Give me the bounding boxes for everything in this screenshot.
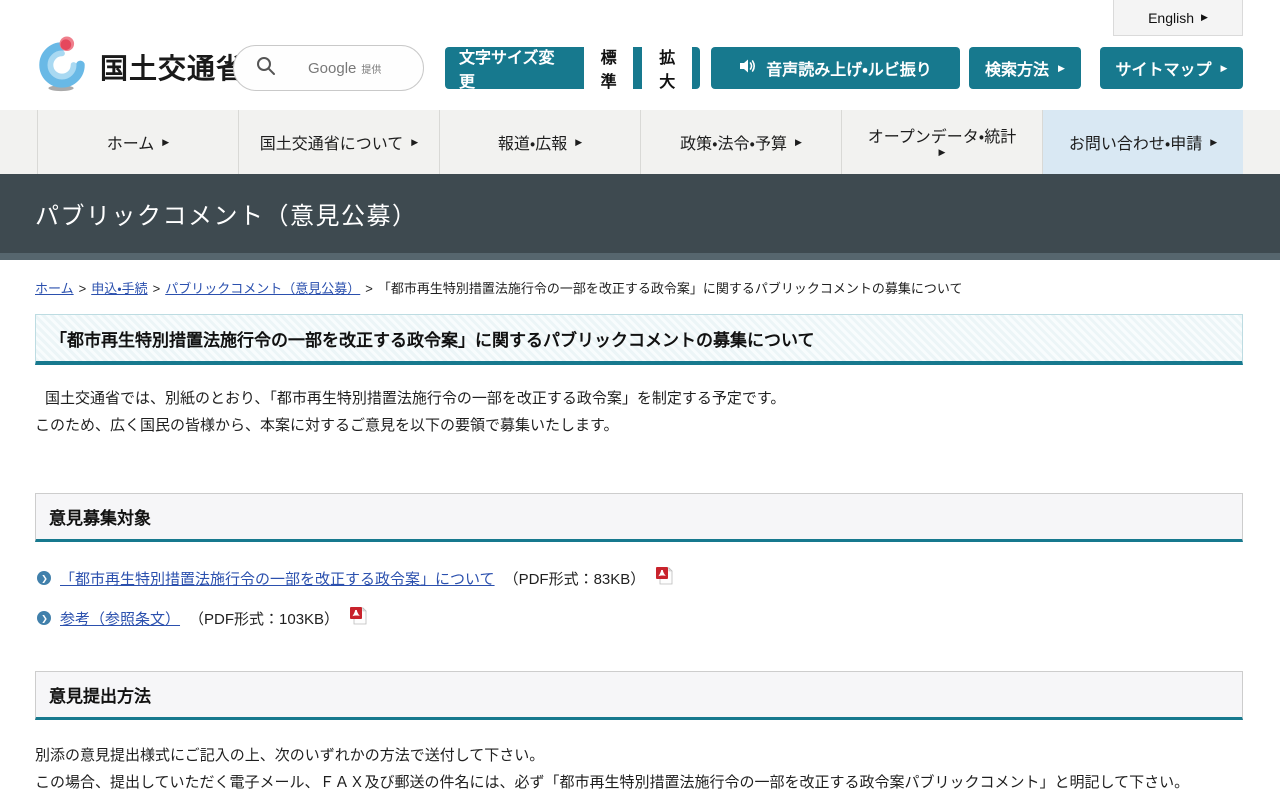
nav-item-policy[interactable]: 政策・法令・予算 ▶ — [640, 110, 841, 174]
nav-item-home[interactable]: ホーム ▶ — [37, 110, 238, 174]
pdf-link-ordinance[interactable]: 「都市再生特別措置法施行令の一部を改正する政令案」について — [60, 568, 495, 589]
page-title: パブリックコメント（意見公募） — [35, 196, 418, 231]
breadcrumb-link-public-comment[interactable]: パブリックコメント（意見公募） — [165, 281, 360, 296]
arrow-right-icon: ▶ — [575, 138, 582, 147]
font-size-label: 文字サイズ変更 — [459, 44, 569, 92]
section-comment-targets: 意見募集対象 ❯ 「都市再生特別措置法施行令の一部を改正する政令案」について （… — [35, 493, 1243, 629]
submission-method-text: 別添の意見提出様式にご記入の上、次のいずれかの方法で送付して下さい。 この場合、… — [35, 742, 1243, 796]
page-title-bar: パブリックコメント（意見公募） — [0, 174, 1280, 260]
pdf-file-info: （PDF形式：103KB） — [189, 608, 339, 629]
sitemap-button[interactable]: サイトマップ ▶ — [1100, 47, 1243, 89]
font-size-control: 文字サイズ変更 標準 拡大 — [445, 47, 700, 89]
english-button[interactable]: English ▶ — [1113, 0, 1243, 36]
nav-item-contact[interactable]: お問い合わせ・申請 ▶ — [1042, 110, 1243, 174]
sitemap-label: サイトマップ — [1116, 56, 1212, 80]
section-heading: 意見提出方法 — [35, 671, 1243, 720]
main-content: 「都市再生特別措置法施行令の一部を改正する政令案」に関するパブリックコメントの募… — [35, 314, 1243, 796]
global-nav: ホーム ▶ 国土交通省について ▶ 報道・広報 ▶ 政策・法令・予算 ▶ オープ… — [0, 110, 1280, 174]
english-button-label: English — [1148, 10, 1194, 26]
breadcrumb: ホーム > 申込・手続 > パブリックコメント（意見公募） > 「都市再生特別措置法施行令の… — [35, 278, 1243, 297]
arrow-right-icon: ▶ — [411, 138, 418, 147]
breadcrumb-separator: > — [365, 281, 373, 296]
arrow-right-icon: ▶ — [1210, 138, 1217, 147]
breadcrumb-separator: > — [153, 281, 161, 296]
nav-item-open-data[interactable]: オープンデータ・統計 ▶ — [841, 110, 1042, 174]
article-heading: 「都市再生特別措置法施行令の一部を改正する政令案」に関するパブリックコメントの募… — [50, 326, 1228, 351]
arrow-right-icon: ▶ — [1221, 64, 1228, 73]
search-method-button[interactable]: 検索方法 ▶ — [969, 47, 1081, 89]
nav-item-about[interactable]: 国土交通省について ▶ — [238, 110, 439, 174]
intro-line: 国土交通省では、別紙のとおり、「都市再生特別措置法施行令の一部を改正する政令案」… — [35, 385, 1243, 412]
article-heading-box: 「都市再生特別措置法施行令の一部を改正する政令案」に関するパブリックコメントの募… — [35, 314, 1243, 365]
document-link-list: ❯ 「都市再生特別措置法施行令の一部を改正する政令案」について （PDF形式：8… — [35, 567, 1243, 629]
font-size-standard-button[interactable]: 標準 — [584, 39, 634, 97]
body-line: 別添の意見提出様式にご記入の上、次のいずれかの方法で送付して下さい。 — [35, 742, 1243, 769]
list-item: ❯ 参考（参照条文） （PDF形式：103KB） — [37, 607, 1243, 629]
nav-item-press[interactable]: 報道・広報 ▶ — [439, 110, 640, 174]
breadcrumb-link-procedures[interactable]: 申込・手続 — [91, 281, 147, 296]
arrow-right-icon: ▶ — [1058, 64, 1065, 73]
intro-text: 国土交通省では、別紙のとおり、「都市再生特別措置法施行令の一部を改正する政令案」… — [35, 385, 1243, 439]
font-size-large-button[interactable]: 拡大 — [642, 39, 692, 97]
tts-button-label: 音声読み上げ・ルビ振り — [766, 56, 931, 80]
search-method-label: 検索方法 — [985, 56, 1049, 80]
pdf-link-reference[interactable]: 参考（参照条文） — [60, 608, 180, 629]
site-header: English ▶ 国土交通省 Google 提供 文字サイズ変更 — [0, 0, 1280, 110]
section-submission-method: 意見提出方法 別添の意見提出様式にご記入の上、次のいずれかの方法で送付して下さい… — [35, 671, 1243, 796]
speaker-icon — [739, 58, 757, 79]
list-bullet-icon: ❯ — [37, 571, 51, 585]
logo-text: 国土交通省 — [100, 47, 245, 87]
arrow-right-icon: ▶ — [795, 138, 802, 147]
breadcrumb-current: 「都市再生特別措置法施行令の一部を改正する政令案」に関するパブリックコメントの募… — [378, 281, 963, 296]
search-placeholder: Google 提供 — [308, 60, 381, 77]
arrow-right-icon: ▶ — [1201, 13, 1208, 22]
breadcrumb-link-home[interactable]: ホーム — [35, 281, 74, 296]
list-item: ❯ 「都市再生特別措置法施行令の一部を改正する政令案」について （PDF形式：8… — [37, 567, 1243, 589]
list-bullet-icon: ❯ — [37, 611, 51, 625]
search-input[interactable]: Google 提供 — [233, 45, 424, 91]
arrow-right-icon: ▶ — [162, 138, 169, 147]
section-heading: 意見募集対象 — [35, 493, 1243, 542]
body-line: この場合、提出していただく電子メール、ＦＡＸ及び郵送の件名には、必ず「都市再生特… — [35, 769, 1243, 796]
search-icon — [256, 56, 276, 81]
mlit-logo-icon — [33, 35, 91, 98]
tts-button[interactable]: 音声読み上げ・ルビ振り — [711, 47, 960, 89]
arrow-right-icon: ▶ — [939, 148, 946, 157]
pdf-file-info: （PDF形式：83KB） — [504, 568, 646, 589]
breadcrumb-separator: > — [79, 281, 87, 296]
pdf-icon — [656, 567, 673, 589]
pdf-icon — [350, 607, 367, 629]
site-logo[interactable]: 国土交通省 — [33, 35, 245, 98]
intro-line: このため、広く国民の皆様から、本案に対するご意見を以下の要領で募集いたします。 — [35, 412, 1243, 439]
